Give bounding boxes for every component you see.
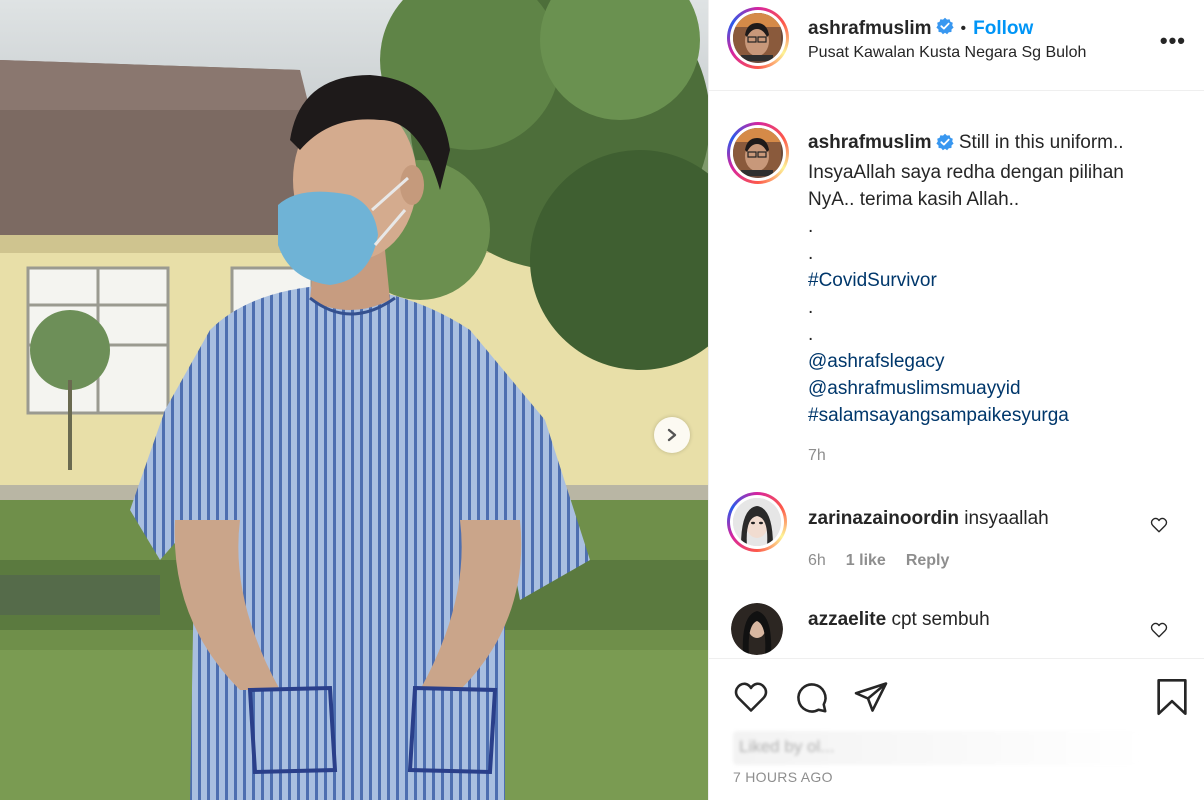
commenter-avatar[interactable] [727,492,787,552]
post-photo[interactable] [0,0,708,800]
heart-icon[interactable] [733,679,769,715]
comment-text: cpt sembuh [891,609,990,630]
commenter-avatar[interactable] [731,603,783,655]
comment-likes[interactable]: 1 like [846,552,886,570]
caption-username[interactable]: ashrafmuslim [808,132,932,153]
comment-text: insyaallah [964,508,1049,529]
comment-username[interactable]: zarinazainoordin [808,508,959,529]
heart-outline-icon[interactable] [1150,621,1168,639]
author-username[interactable]: ashrafmuslim [808,18,932,40]
mention-link[interactable]: @ashrafmuslimsmuayyid [808,375,1178,402]
mention-link[interactable]: @ashrafslegacy [808,348,1178,375]
bookmark-icon[interactable] [1155,677,1189,717]
follow-button[interactable]: Follow [973,18,1033,40]
post-location[interactable]: Pusat Kawalan Kusta Negara Sg Buloh [808,44,1086,62]
verified-badge-icon [935,132,954,159]
comments-list[interactable]: ashrafmuslim Still in this uniform.. Ins… [709,92,1204,658]
liked-by-text[interactable]: Liked by ol... [733,731,1143,765]
caption-dot: . [808,216,814,237]
caption-line: Still in this uniform.. [958,132,1124,153]
post-photo-image [0,0,708,800]
caption-line: NyA.. terima kasih Allah.. [808,189,1020,210]
comment-time[interactable]: 6h [808,552,826,570]
comment-icon[interactable] [793,679,829,715]
caption-line: InsyaAllah saya redha dengan pilihan [808,162,1124,183]
post-actions: Liked by ol... 7 HOURS AGO [709,658,1204,800]
heart-outline-icon[interactable] [1150,516,1168,534]
caption-dot: . [808,297,814,318]
avatar-image [733,128,781,178]
reply-button[interactable]: Reply [906,552,950,570]
caption-avatar[interactable] [727,122,789,184]
comment-username[interactable]: azzaelite [808,609,886,630]
caption-dot: . [808,243,814,264]
verified-badge-icon [935,17,954,40]
post-side-panel: ashrafmuslim • Follow Pusat Kawalan Kust… [708,0,1204,800]
avatar-image [731,603,783,655]
caption-text: ashrafmuslim Still in this uniform.. Ins… [808,129,1178,429]
post-timestamp[interactable]: 7 HOURS AGO [733,769,833,785]
hashtag-link[interactable]: #CovidSurvivor [808,267,1178,294]
chevron-right-icon [667,428,677,442]
avatar-image [733,13,781,63]
avatar-image [733,498,781,546]
post-header: ashrafmuslim • Follow Pusat Kawalan Kust… [709,0,1204,91]
next-slide-button[interactable] [654,417,690,453]
author-avatar[interactable] [727,7,789,69]
share-icon[interactable] [853,679,889,715]
caption-dot: . [808,324,814,345]
hashtag-link[interactable]: #salamsayangsampaikesyurga [808,402,1178,429]
more-options-icon[interactable]: ••• [1160,28,1186,54]
header-separator: • [960,19,967,37]
caption-time[interactable]: 7h [808,447,826,465]
